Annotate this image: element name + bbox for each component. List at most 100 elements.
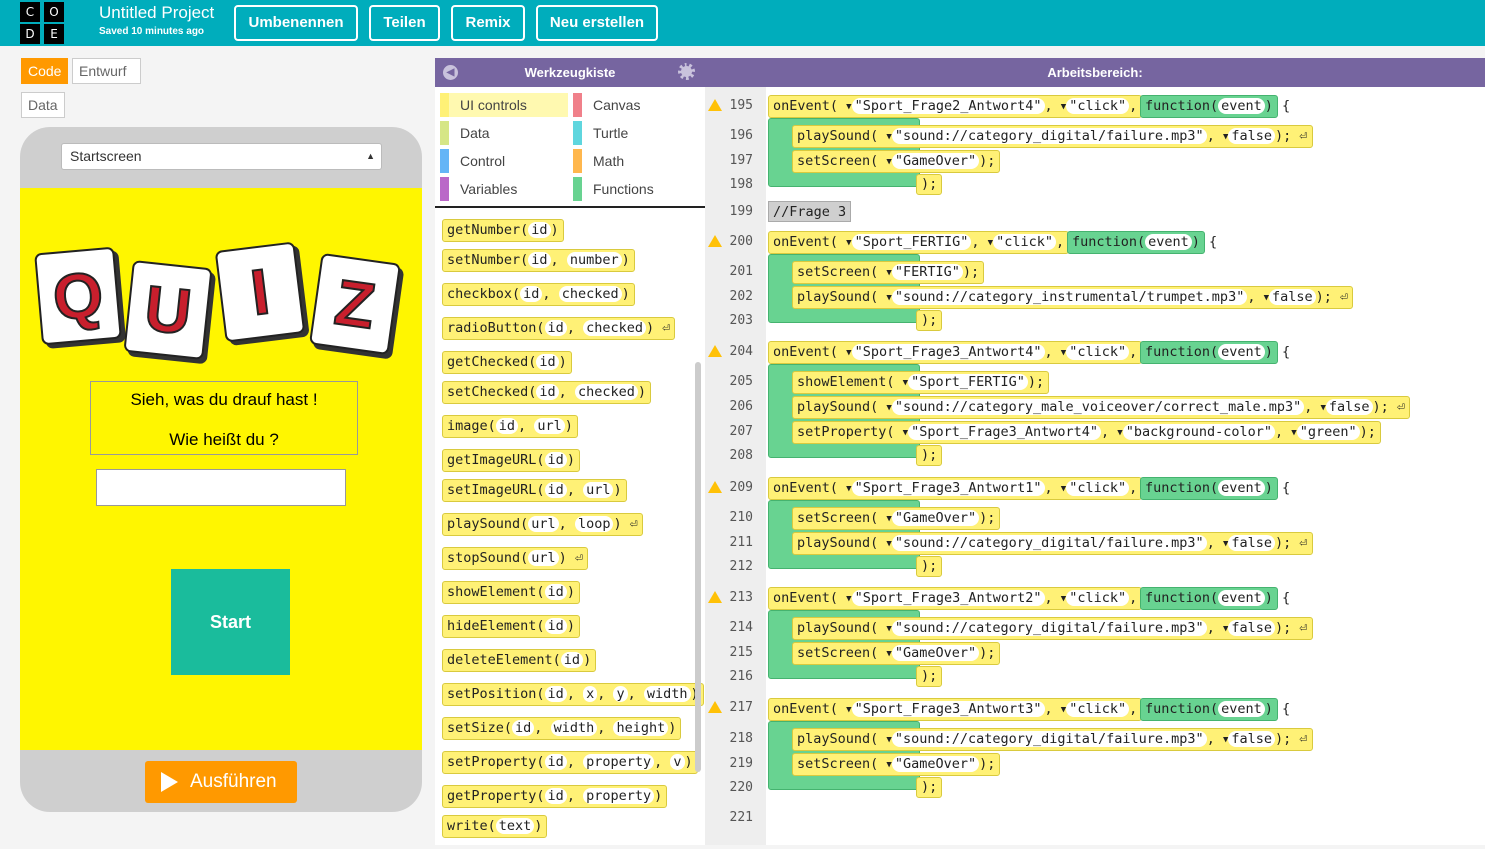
toolbox-category[interactable]: Functions (573, 177, 701, 201)
statement-block[interactable]: setScreen( ▼ "GameOver"); (792, 150, 1001, 173)
warning-icon[interactable] (708, 591, 722, 603)
warning-icon[interactable] (708, 481, 722, 493)
statement-block[interactable]: setScreen( ▼ "GameOver"); (792, 642, 1001, 665)
toolbox-category[interactable]: Control (440, 149, 568, 173)
design-mode-toggle[interactable]: Entwurf (72, 58, 141, 84)
dropdown-arrow-icon[interactable]: ▼ (886, 268, 891, 278)
toolbox-block-showElement[interactable]: showElement(id) (442, 581, 580, 604)
toolbox-category[interactable]: Math (573, 149, 701, 173)
workspace[interactable]: onEvent( ▼ "Sport_Frage2_Antwort4", ▼ "cli… (766, 87, 1485, 845)
toolbox-block-setNumber[interactable]: setNumber(id, number) (442, 249, 635, 272)
closing-paren: ); (916, 777, 943, 798)
toolbox-category[interactable]: Variables (440, 177, 568, 201)
remix-button[interactable]: Remix (451, 5, 525, 41)
dropdown-arrow-icon[interactable]: ▼ (846, 348, 851, 358)
toolbox-block-setProperty[interactable]: setProperty(id, property, v) (442, 751, 698, 774)
rename-button[interactable]: Umbenennen (234, 5, 358, 41)
toolbox-block-setChecked[interactable]: setChecked(id, checked) (442, 381, 651, 404)
share-button[interactable]: Teilen (369, 5, 440, 41)
toolbox-block-hideElement[interactable]: hideElement(id) (442, 615, 580, 638)
statement-block[interactable]: playSound( ▼ "sound://category_instrument… (792, 286, 1354, 309)
statement-block[interactable]: playSound( ▼ "sound://category_male_voice… (792, 396, 1411, 419)
toolbox-block-write[interactable]: write(text) (442, 815, 548, 838)
warning-icon[interactable] (708, 99, 722, 111)
code-token: ); (921, 447, 938, 463)
dropdown-arrow-icon[interactable]: ▼ (846, 238, 851, 248)
toolbox-block-checkbox[interactable]: checkbox(id, checked) (442, 283, 635, 306)
toolbox-block-stopSound[interactable]: stopSound(url) ⏎ (442, 547, 589, 570)
onevent-block[interactable]: onEvent( ▼ "Sport_Frage3_Antwort1", ▼ "cli… (768, 477, 1143, 500)
dropdown-arrow-icon[interactable]: ▼ (1291, 428, 1296, 438)
new-project-button[interactable]: Neu erstellen (536, 5, 658, 41)
dropdown-arrow-icon[interactable]: ▼ (886, 157, 891, 167)
onevent-block[interactable]: onEvent( ▼ "Sport_Frage3_Antwort4", ▼ "cli… (768, 341, 1143, 364)
category-label: Variables (460, 181, 518, 197)
name-input[interactable] (96, 469, 346, 506)
logo-letter: O (44, 2, 64, 22)
toolbox-block-setPosition[interactable]: setPosition(id, x, y, width) (442, 683, 704, 706)
data-toggle[interactable]: Data (21, 92, 65, 118)
dropdown-arrow-icon[interactable]: ▼ (846, 594, 851, 604)
toolbox-block-radioButton[interactable]: radioButton(id, checked) ⏎ (442, 317, 676, 340)
dropdown-arrow-icon[interactable]: ▼ (846, 102, 851, 112)
onevent-block[interactable]: onEvent( ▼ "Sport_Frage2_Antwort4", ▼ "cli… (768, 95, 1143, 118)
screen-select[interactable]: Startscreen ▲ (61, 143, 382, 170)
dropdown-arrow-icon[interactable]: ▼ (886, 514, 891, 524)
statement-block[interactable]: playSound( ▼ "sound://category_digital/fa… (792, 617, 1313, 640)
dropdown-arrow-icon[interactable]: ▼ (886, 132, 891, 142)
dropdown-arrow-icon[interactable]: ▼ (886, 649, 891, 659)
statement-block[interactable]: playSound( ▼ "sound://category_digital/fa… (792, 532, 1313, 555)
statement-block[interactable]: playSound( ▼ "sound://category_digital/fa… (792, 728, 1313, 751)
dropdown-arrow-icon[interactable]: ▼ (886, 403, 891, 413)
dropdown-arrow-icon[interactable]: ▼ (846, 484, 851, 494)
dropdown-arrow-icon[interactable]: ▼ (886, 735, 891, 745)
start-button[interactable]: Start (171, 569, 290, 675)
toolbox-category[interactable]: Canvas (573, 93, 701, 117)
toolbox-block-deleteElement[interactable]: deleteElement(id) (442, 649, 597, 672)
statement-block[interactable]: playSound( ▼ "sound://category_digital/fa… (792, 125, 1313, 148)
function-block[interactable]: function(event) (1067, 231, 1205, 254)
statement-block[interactable]: setScreen( ▼ "GameOver"); (792, 507, 1001, 530)
toolbox-category[interactable]: UI controls (440, 93, 568, 117)
warning-icon[interactable] (708, 345, 722, 357)
function-block[interactable]: function(event) (1140, 341, 1278, 364)
line-number: 201 (729, 264, 753, 279)
dropdown-arrow-icon[interactable]: ▼ (886, 293, 891, 303)
statement-block[interactable]: setScreen( ▼ "GameOver"); (792, 753, 1001, 776)
function-block[interactable]: function(event) (1140, 477, 1278, 500)
collapse-back-icon[interactable]: ◀ (443, 65, 458, 80)
toolbox-block-getProperty[interactable]: getProperty(id, property) (442, 785, 668, 808)
gear-icon[interactable] (678, 63, 695, 80)
comment-block[interactable]: //Frage 3 (768, 201, 852, 222)
dropdown-arrow-icon[interactable]: ▼ (886, 539, 891, 549)
code-token: ); (962, 264, 980, 280)
dropdown-arrow-icon[interactable]: ▼ (846, 705, 851, 715)
code-mode-toggle[interactable]: Code (21, 58, 69, 84)
toolbox-block-getImageURL[interactable]: getImageURL(id) (442, 449, 580, 472)
run-button[interactable]: Ausführen (145, 761, 297, 803)
onevent-block[interactable]: onEvent( ▼ "Sport_Frage3_Antwort2", ▼ "cli… (768, 587, 1143, 610)
toolbox-block-playSound[interactable]: playSound(url, loop) ⏎ (442, 513, 643, 536)
code-logo[interactable]: C O D E (20, 0, 64, 44)
statement-block[interactable]: setProperty( ▼ "Sport_Frage3_Antwort4", ▼… (792, 421, 1381, 444)
toolbox-category[interactable]: Data (440, 121, 568, 145)
toolbox-block-image[interactable]: image(id, url) (442, 415, 578, 438)
toolbox-category[interactable]: Turtle (573, 121, 701, 145)
onevent-block[interactable]: onEvent( ▼ "Sport_Frage3_Antwort3", ▼ "cli… (768, 698, 1143, 721)
function-block[interactable]: function(event) (1140, 95, 1278, 118)
warning-icon[interactable] (708, 701, 722, 713)
toolbox-scrollbar[interactable] (695, 362, 701, 772)
dropdown-arrow-icon[interactable]: ▼ (886, 760, 891, 770)
statement-block[interactable]: showElement( ▼ "Sport_FERTIG"); (792, 371, 1050, 394)
toolbox-block-setImageURL[interactable]: setImageURL(id, url) (442, 479, 627, 502)
function-block[interactable]: function(event) (1140, 698, 1278, 721)
toolbox-block-setSize[interactable]: setSize(id, width, height) (442, 717, 682, 740)
statement-block[interactable]: setScreen( ▼ "FERTIG"); (792, 261, 985, 284)
warning-icon[interactable] (708, 235, 722, 247)
dropdown-arrow-icon[interactable]: ▼ (1117, 428, 1122, 438)
dropdown-arrow-icon[interactable]: ▼ (886, 624, 891, 634)
onevent-block[interactable]: onEvent( ▼ "Sport_FERTIG", ▼ "click", (768, 231, 1070, 254)
function-block[interactable]: function(event) (1140, 587, 1278, 610)
toolbox-block-getChecked[interactable]: getChecked(id) (442, 351, 572, 374)
toolbox-block-getNumber[interactable]: getNumber(id) (442, 219, 564, 242)
